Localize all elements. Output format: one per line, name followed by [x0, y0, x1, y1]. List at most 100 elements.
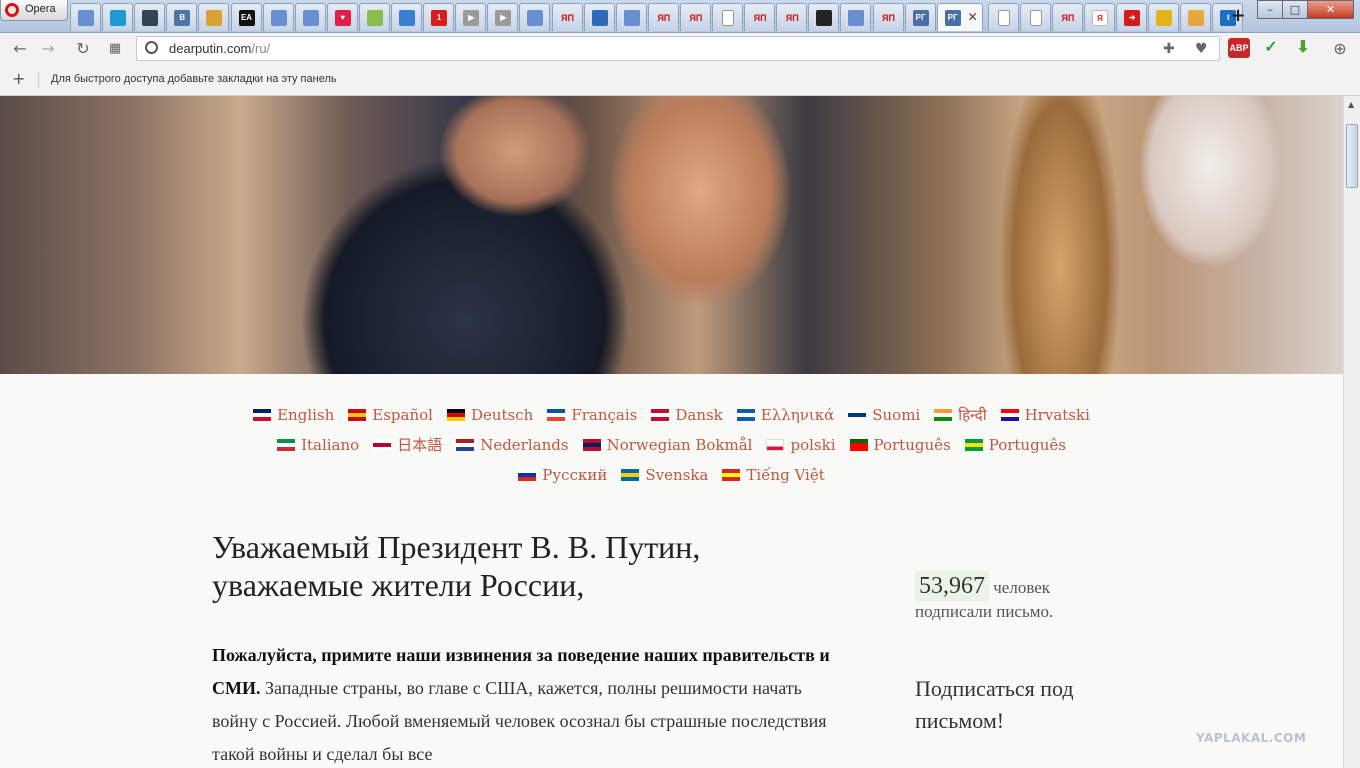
language-link[interactable]: Español [348, 400, 433, 430]
new-tab-button[interactable]: + [1228, 6, 1248, 26]
language-label: Italiano [301, 436, 360, 454]
browser-tab[interactable]: ЯП [744, 3, 776, 31]
browser-tab[interactable]: ЯП [776, 3, 808, 31]
scrollbar-thumb[interactable] [1346, 124, 1358, 188]
language-link[interactable]: Hrvatski [1000, 400, 1090, 430]
browser-tab[interactable]: Я [1084, 3, 1115, 31]
browser-tab[interactable]: ▶ [455, 3, 487, 31]
browser-tab[interactable] [712, 3, 743, 31]
browser-tab[interactable]: ➜ [1116, 3, 1148, 31]
language-link[interactable]: English [253, 400, 334, 430]
browser-tab[interactable]: ЯП [551, 3, 583, 31]
language-label: Nederlands [480, 436, 569, 454]
play-icon: ▶ [495, 10, 512, 26]
vertical-scrollbar[interactable]: ▲ [1343, 96, 1360, 768]
language-link[interactable]: Tiếng Việt [722, 460, 825, 490]
address-bar[interactable]: dearputin.com/ru/ ✚ ♥ [136, 36, 1220, 61]
language-link[interactable]: Nederlands [456, 430, 569, 460]
language-link[interactable]: हिन्दी [934, 400, 987, 430]
swirl-icon [366, 10, 383, 26]
browser-tab[interactable] [519, 3, 551, 31]
browser-tab[interactable] [134, 3, 166, 31]
yap-text-icon: ЯП [753, 13, 767, 23]
site-info-icon[interactable] [145, 41, 158, 54]
yaplakal-icon [623, 10, 640, 26]
language-link[interactable]: Italiano [277, 430, 359, 460]
language-label: हिन्दी [958, 406, 987, 424]
language-link[interactable]: Dansk [651, 400, 723, 430]
browser-tab[interactable]: EA [230, 3, 262, 31]
flag-icon [1000, 409, 1019, 421]
language-link[interactable]: Ελληνικά [736, 400, 834, 430]
browser-tab[interactable]: ЯП [647, 3, 679, 31]
browser-tab[interactable] [358, 3, 390, 31]
browser-tab[interactable] [198, 3, 230, 31]
downloads-icon[interactable]: ⊕ [1330, 39, 1350, 59]
close-tab-icon[interactable]: ✕ [968, 10, 978, 24]
browser-tab[interactable]: РГ ✕ [936, 3, 983, 31]
speed-dial-grid-icon[interactable]: ▦ [105, 39, 125, 59]
browser-tab[interactable] [1148, 3, 1180, 31]
opera-menu-button[interactable]: Opera [0, 0, 68, 21]
browser-tab[interactable] [70, 3, 101, 31]
browser-tab[interactable]: 1 [423, 3, 455, 31]
puzzle-extension-icon[interactable]: ✚ [1163, 41, 1175, 57]
browser-tab[interactable] [987, 3, 1019, 31]
channel-one-icon: 1 [431, 10, 448, 26]
heart-bookmark-icon[interactable]: ♥ [1195, 41, 1208, 57]
bookmarks-hint: Для быстрого доступа добавьте закладки н… [51, 73, 337, 85]
sign-letter-link[interactable]: Подписаться под письмом! [915, 673, 1135, 737]
signature-count: 53,967 [915, 571, 989, 601]
language-label: Norwegian Bokmål [606, 436, 753, 454]
language-link[interactable]: Norwegian Bokmål [582, 430, 753, 460]
language-link[interactable]: Français [547, 400, 637, 430]
language-link[interactable]: Português [964, 430, 1066, 460]
browser-tab[interactable]: ♥ [326, 3, 358, 31]
browser-tab[interactable] [294, 3, 326, 31]
language-label: Svenska [645, 466, 709, 484]
browser-tab[interactable] [583, 3, 615, 31]
forward-arrow-icon[interactable]: → [38, 39, 58, 59]
download-arrow-icon[interactable]: ⬇ [1292, 38, 1314, 58]
minimize-button[interactable]: – [1257, 0, 1283, 19]
language-link[interactable]: Suomi [848, 400, 920, 430]
reload-icon[interactable]: ↻ [73, 39, 93, 59]
browser-tab[interactable]: ЯП [872, 3, 904, 31]
language-link[interactable]: polski [766, 430, 836, 460]
flag-icon [964, 439, 983, 451]
language-link[interactable]: Svenska [621, 460, 708, 490]
browser-tab[interactable]: ▶ [487, 3, 519, 31]
browser-tab[interactable]: B [166, 3, 198, 31]
browser-tab[interactable]: ЯП [679, 3, 711, 31]
browser-tab[interactable]: РГ [904, 3, 936, 31]
flag-icon [621, 469, 640, 481]
language-link[interactable]: Português [849, 430, 951, 460]
close-window-button[interactable]: ✕ [1307, 0, 1354, 19]
flag-icon [456, 439, 475, 451]
browser-tab[interactable]: ЯП [1051, 3, 1083, 31]
language-label: Português [988, 436, 1066, 454]
check-shield-icon[interactable]: ✓ [1260, 38, 1282, 58]
language-link[interactable]: 日本語 [373, 430, 442, 460]
window-controls: – □ ✕ [1257, 0, 1360, 20]
browser-tab[interactable] [1180, 3, 1212, 31]
language-row: Italiano 日本語 Nederlands Norwegian Bokmål pol… [0, 430, 1343, 460]
maximize-button[interactable]: □ [1282, 0, 1308, 19]
url-text[interactable]: dearputin.com/ru/ [169, 41, 270, 56]
language-link[interactable]: Русский [518, 460, 607, 490]
browser-tab[interactable] [1019, 3, 1051, 31]
language-link[interactable]: Deutsch [446, 400, 533, 430]
browser-tab[interactable] [615, 3, 647, 31]
browser-tab[interactable] [840, 3, 872, 31]
scroll-up-icon[interactable]: ▲ [1348, 100, 1354, 109]
add-bookmark-icon[interactable]: + [12, 69, 25, 88]
back-arrow-icon[interactable]: ← [10, 39, 30, 59]
browser-tab[interactable] [391, 3, 422, 31]
language-label: Русский [542, 466, 608, 484]
browser-tab[interactable] [262, 3, 294, 31]
yap-text-icon: ЯП [561, 13, 574, 23]
camera-icon [142, 10, 159, 26]
abp-icon[interactable]: ABP [1228, 38, 1250, 58]
browser-tab[interactable] [808, 3, 840, 31]
browser-tab[interactable] [102, 3, 134, 31]
